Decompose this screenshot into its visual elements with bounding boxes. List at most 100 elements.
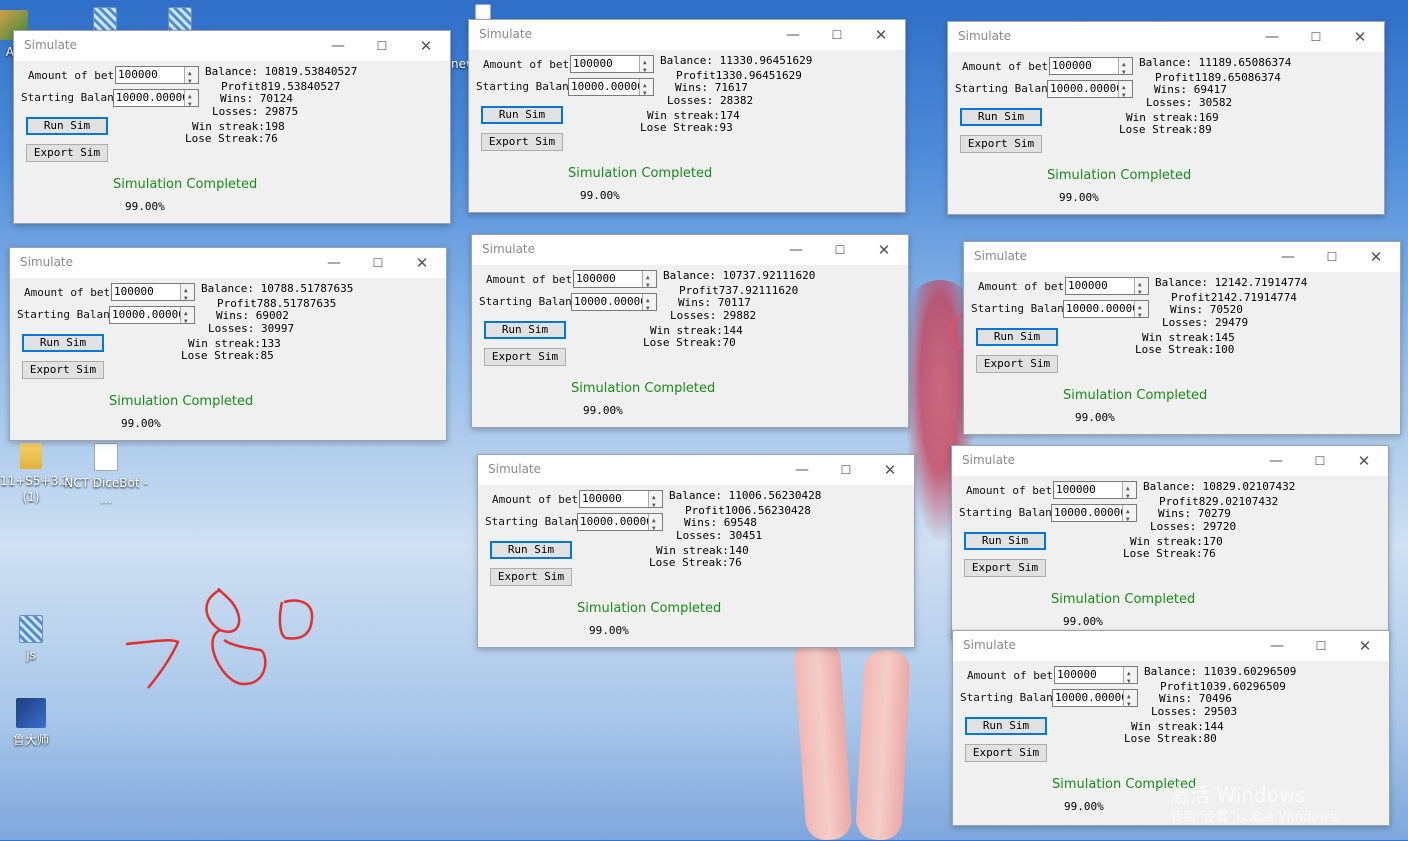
title-bar[interactable]: Simulate — ☐ ✕ (964, 242, 1400, 272)
export-sim-button[interactable]: Export Sim (22, 361, 104, 379)
stepper-arrows-icon[interactable] (648, 513, 662, 537)
maximize-button[interactable]: ☐ (1320, 246, 1344, 268)
amount-of-bets-stepper[interactable]: 100000 (579, 490, 663, 514)
wins-value: 70124 (259, 92, 293, 105)
close-button[interactable]: ✕ (1352, 450, 1376, 472)
stepper-arrows-icon[interactable] (648, 490, 662, 514)
lose-streak-value: 93 (719, 121, 733, 134)
starting-balance-stepper[interactable]: 10000.00000 (1063, 300, 1149, 324)
stepper-arrows-icon[interactable] (642, 270, 656, 294)
minimize-button[interactable]: — (1276, 246, 1300, 268)
minimize-button[interactable]: — (1265, 635, 1289, 657)
minimize-button[interactable]: — (322, 252, 346, 274)
minimize-button[interactable]: — (1260, 26, 1284, 48)
desktop-icon[interactable]: js (0, 615, 74, 663)
stepper-arrows-icon[interactable] (180, 306, 194, 330)
run-sim-button[interactable]: Run Sim (960, 108, 1042, 126)
maximize-button[interactable]: ☐ (834, 459, 858, 481)
minimize-button[interactable]: — (1264, 450, 1288, 472)
run-sim-button[interactable]: Run Sim (481, 106, 563, 124)
starting-balance-stepper[interactable]: 10000.00000 (113, 89, 199, 113)
maximize-button[interactable]: ☐ (1304, 26, 1328, 48)
title-bar[interactable]: Simulate — ☐ ✕ (953, 631, 1389, 661)
close-button[interactable]: ✕ (414, 35, 438, 57)
minimize-button[interactable]: — (784, 239, 808, 261)
stepper-arrows-icon[interactable] (1123, 689, 1137, 713)
amount-of-bets-stepper[interactable]: 100000 (1054, 666, 1138, 690)
title-bar[interactable]: Simulate — ☐ ✕ (472, 235, 908, 265)
export-sim-button[interactable]: Export Sim (976, 355, 1058, 373)
minimize-button[interactable]: — (781, 24, 805, 46)
export-sim-button[interactable]: Export Sim (965, 744, 1047, 762)
amount-of-bets-stepper[interactable]: 100000 (1065, 277, 1149, 301)
title-bar[interactable]: Simulate — ☐ ✕ (952, 446, 1388, 476)
close-button[interactable]: ✕ (878, 459, 902, 481)
lose-streak-value: 100 (1214, 343, 1235, 356)
close-button[interactable]: ✕ (869, 24, 893, 46)
stepper-arrows-icon[interactable] (1118, 57, 1132, 81)
amount-of-bets-stepper[interactable]: 100000 (1053, 481, 1137, 505)
amount-of-bets-stepper[interactable]: 100000 (115, 66, 199, 90)
stepper-arrows-icon[interactable] (1118, 80, 1132, 104)
stepper-arrows-icon[interactable] (639, 78, 653, 102)
close-button[interactable]: ✕ (410, 252, 434, 274)
run-sim-button[interactable]: Run Sim (965, 717, 1047, 735)
stepper-arrows-icon[interactable] (1122, 481, 1136, 505)
close-button[interactable]: ✕ (1364, 246, 1388, 268)
starting-balance-stepper[interactable]: 10000.00000 (568, 78, 654, 102)
export-sim-button[interactable]: Export Sim (481, 133, 563, 151)
amount-of-bets-stepper[interactable]: 100000 (111, 283, 195, 307)
amount-of-bets-stepper[interactable]: 100000 (1049, 57, 1133, 81)
maximize-button[interactable]: ☐ (825, 24, 849, 46)
title-bar[interactable]: Simulate — ☐ ✕ (478, 455, 914, 485)
maximize-button[interactable]: ☐ (370, 35, 394, 57)
starting-balance-stepper[interactable]: 10000.00000 (109, 306, 195, 330)
stepper-arrows-icon[interactable] (1134, 277, 1148, 301)
run-sim-button[interactable]: Run Sim (490, 541, 572, 559)
stepper-arrows-icon[interactable] (639, 55, 653, 79)
run-sim-button[interactable]: Run Sim (484, 321, 566, 339)
progress-percent: 99.00% (1063, 615, 1103, 628)
stepper-arrows-icon[interactable] (180, 283, 194, 307)
stepper-arrows-icon[interactable] (1134, 300, 1148, 324)
export-sim-button[interactable]: Export Sim (964, 559, 1046, 577)
run-sim-button[interactable]: Run Sim (964, 532, 1046, 550)
stepper-arrows-icon[interactable] (184, 66, 198, 90)
title-bar[interactable]: Simulate — ☐ ✕ (14, 31, 450, 61)
maximize-button[interactable]: ☐ (1309, 635, 1333, 657)
run-sim-button[interactable]: Run Sim (26, 117, 108, 135)
stepper-arrows-icon[interactable] (1122, 504, 1136, 528)
minimize-button[interactable]: — (326, 35, 350, 57)
starting-balance-stepper[interactable]: 10000.00000 (1051, 504, 1137, 528)
starting-balance-stepper[interactable]: 10000.00000 (577, 513, 663, 537)
starting-balance-stepper[interactable]: 10000.00000 (571, 293, 657, 317)
starting-balance-stepper[interactable]: 10000.00000 (1047, 80, 1133, 104)
desktop-icon[interactable]: NCT DiceBot - ... (63, 443, 149, 507)
run-sim-button[interactable]: Run Sim (976, 328, 1058, 346)
stepper-arrows-icon[interactable] (642, 293, 656, 317)
maximize-button[interactable]: ☐ (1308, 450, 1332, 472)
close-button[interactable]: ✕ (1353, 635, 1377, 657)
stepper-arrows-icon[interactable] (184, 89, 198, 113)
title-bar[interactable]: Simulate — ☐ ✕ (469, 20, 905, 50)
amount-of-bets-stepper[interactable]: 100000 (570, 55, 654, 79)
run-sim-button[interactable]: Run Sim (22, 334, 104, 352)
maximize-button[interactable]: ☐ (366, 252, 390, 274)
title-bar[interactable]: Simulate — ☐ ✕ (10, 248, 446, 278)
export-sim-button[interactable]: Export Sim (960, 135, 1042, 153)
export-sim-button[interactable]: Export Sim (26, 144, 108, 162)
close-button[interactable]: ✕ (872, 239, 896, 261)
balance-label: Balance: (660, 54, 713, 67)
desktop-icon[interactable]: 鲁大师 (0, 698, 74, 748)
maximize-button[interactable]: ☐ (828, 239, 852, 261)
stepper-arrows-icon[interactable] (1123, 666, 1137, 690)
starting-balance-stepper[interactable]: 10000.00000 (1052, 689, 1138, 713)
amount-of-bets-stepper[interactable]: 100000 (573, 270, 657, 294)
wins-value: 69002 (255, 309, 289, 322)
minimize-button[interactable]: — (790, 459, 814, 481)
close-button[interactable]: ✕ (1348, 26, 1372, 48)
export-sim-button[interactable]: Export Sim (490, 568, 572, 586)
export-sim-button[interactable]: Export Sim (484, 348, 566, 366)
title-bar[interactable]: Simulate — ☐ ✕ (948, 22, 1384, 52)
text-file-icon (94, 443, 118, 471)
